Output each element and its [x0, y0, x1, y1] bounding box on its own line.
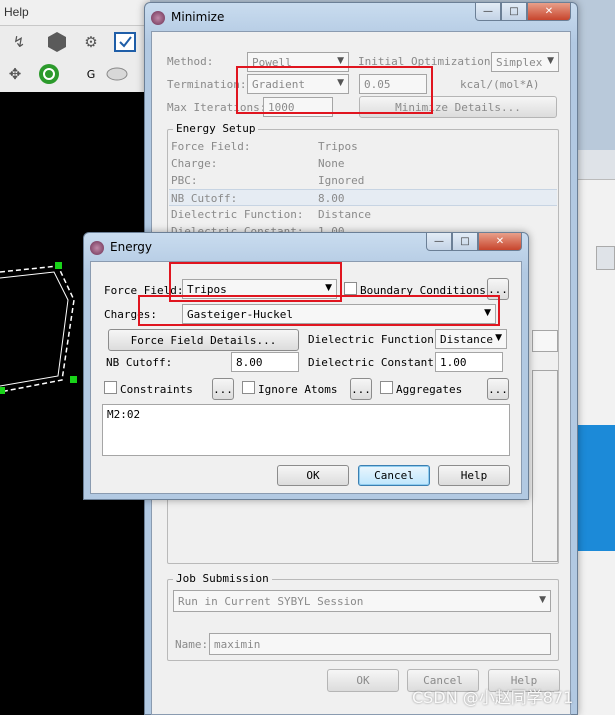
nb-cutoff-label: NB Cutoff: — [106, 356, 173, 369]
aggregates-checkbox[interactable] — [380, 381, 393, 394]
ignore-atoms-button[interactable]: ... — [350, 378, 372, 400]
minimize-details-button[interactable]: Minimize Details... — [359, 96, 557, 118]
minimize-title: Minimize — [171, 10, 225, 24]
boundary-conditions-label: Boundary Conditions — [360, 284, 486, 297]
charges-label: Charges: — [104, 308, 157, 321]
minimize-ok-button[interactable]: OK — [327, 669, 399, 692]
charges-select[interactable]: Gasteiger-Huckel ▼ — [182, 304, 496, 324]
sybyl-app-icon — [151, 11, 165, 25]
gradient-unit-label: kcal/(mol*A) — [460, 78, 540, 91]
job-mode-select[interactable]: Run in Current SYBYL Session ▼ — [173, 590, 551, 612]
list-item[interactable]: M2:02 — [107, 408, 140, 421]
maximize-window-button[interactable]: □ — [452, 233, 478, 251]
g-label-icon[interactable]: G — [78, 62, 104, 86]
energy-setup-title: Energy Setup — [173, 122, 259, 135]
constraints-button[interactable]: ... — [212, 378, 234, 400]
initial-optimization-select[interactable]: Simplex ▼ — [491, 52, 559, 72]
checkbox-window-icon[interactable] — [112, 30, 138, 54]
chevron-down-icon: ▼ — [337, 78, 344, 88]
chevron-down-icon: ▼ — [547, 56, 554, 66]
max-iterations-field[interactable]: 1000 — [263, 97, 333, 117]
minimize-titlebar[interactable]: Minimize — □ ✕ — [145, 3, 577, 31]
constraints-label: Constraints — [120, 383, 193, 396]
gradient-value-field[interactable]: 0.05 — [359, 74, 427, 94]
selection-list[interactable]: M2:02 — [102, 404, 510, 456]
job-submission-title: Job Submission — [173, 572, 272, 585]
energy-row: PBC: Ignored — [171, 174, 365, 187]
obscured-field — [532, 330, 558, 352]
energy-row: Charge: None — [171, 157, 345, 170]
energy-row: Dielectric Function: Distance — [171, 208, 371, 221]
minimize-window-button[interactable]: — — [426, 233, 452, 251]
energy-help-button[interactable]: Help — [438, 465, 510, 486]
force-field-label: Force Field: — [104, 284, 184, 297]
constraints-checkbox[interactable] — [104, 381, 117, 394]
dielectric-function-select[interactable]: Distance ▼ — [435, 329, 507, 349]
toolbar: ↯ ⚙ ✥ G — [0, 26, 150, 92]
boundary-conditions-button[interactable]: ... — [487, 278, 509, 300]
menu-bar: Help — [0, 0, 150, 26]
molecule-icon[interactable] — [44, 30, 70, 54]
energy-titlebar[interactable]: Energy — □ ✕ — [84, 233, 528, 261]
dielectric-constant-label: Dielectric Constant: — [308, 356, 441, 369]
chevron-down-icon: ▼ — [337, 56, 344, 66]
dielectric-constant-field[interactable]: 1.00 — [435, 352, 503, 372]
menu-help[interactable]: Help — [4, 5, 29, 19]
energy-ok-button[interactable]: OK — [277, 465, 349, 486]
initial-optimization-label: Initial Optimization: — [358, 55, 498, 68]
termination-label: Termination: — [167, 78, 247, 91]
refresh-icon[interactable] — [36, 62, 62, 86]
boundary-conditions-checkbox[interactable] — [344, 282, 357, 295]
aggregates-button[interactable]: ... — [487, 378, 509, 400]
tweezers-icon[interactable]: ⚙ — [78, 30, 104, 54]
nb-cutoff-field[interactable]: 8.00 — [231, 352, 299, 372]
maximize-window-button[interactable]: □ — [501, 3, 527, 21]
minimize-window-button[interactable]: — — [475, 3, 501, 21]
method-select[interactable]: Powell ▼ — [247, 52, 349, 72]
chevron-down-icon: ▼ — [325, 283, 332, 293]
force-field-details-button[interactable]: Force Field Details... — [108, 329, 299, 351]
energy-cancel-button[interactable]: Cancel — [358, 465, 430, 486]
job-name-field[interactable]: maximin — [209, 633, 551, 655]
watermark: CSDN @小赵同学871 — [412, 688, 574, 707]
chevron-down-icon: ▼ — [495, 333, 502, 343]
energy-title: Energy — [110, 240, 153, 254]
energy-row: Force Field: Tripos — [171, 140, 358, 153]
method-label: Method: — [167, 55, 214, 68]
energy-body: Force Field: Tripos ▼ Boundary Conditions… — [90, 261, 522, 494]
close-window-button[interactable]: ✕ — [527, 3, 571, 21]
aggregates-label: Aggregates — [396, 383, 463, 396]
name-label: Name: — [175, 638, 209, 651]
max-iterations-label: Max Iterations: — [167, 101, 267, 114]
sybyl-app-icon — [90, 241, 104, 255]
termination-select[interactable]: Gradient ▼ — [247, 74, 349, 94]
chevron-down-icon: ▼ — [539, 595, 546, 605]
energy-dialog: Energy — □ ✕ Force Field: Tripos ▼ Bounda… — [83, 232, 529, 500]
ignore-atoms-label: Ignore Atoms — [258, 383, 338, 396]
chevron-down-icon: ▼ — [484, 308, 491, 318]
close-window-button[interactable]: ✕ — [478, 233, 522, 251]
obscured-panel — [532, 370, 558, 562]
move-arrows-icon[interactable]: ✥ — [2, 62, 28, 86]
link-chain-icon[interactable]: ↯ — [6, 30, 32, 54]
force-field-select[interactable]: Tripos ▼ — [182, 279, 337, 299]
dielectric-function-label: Dielectric Function: — [308, 333, 441, 346]
background-right-window — [578, 150, 615, 715]
ignore-atoms-checkbox[interactable] — [242, 381, 255, 394]
energy-row-selected: NB Cutoff: 8.00 — [169, 189, 557, 206]
mouse-icon[interactable] — [104, 62, 130, 86]
